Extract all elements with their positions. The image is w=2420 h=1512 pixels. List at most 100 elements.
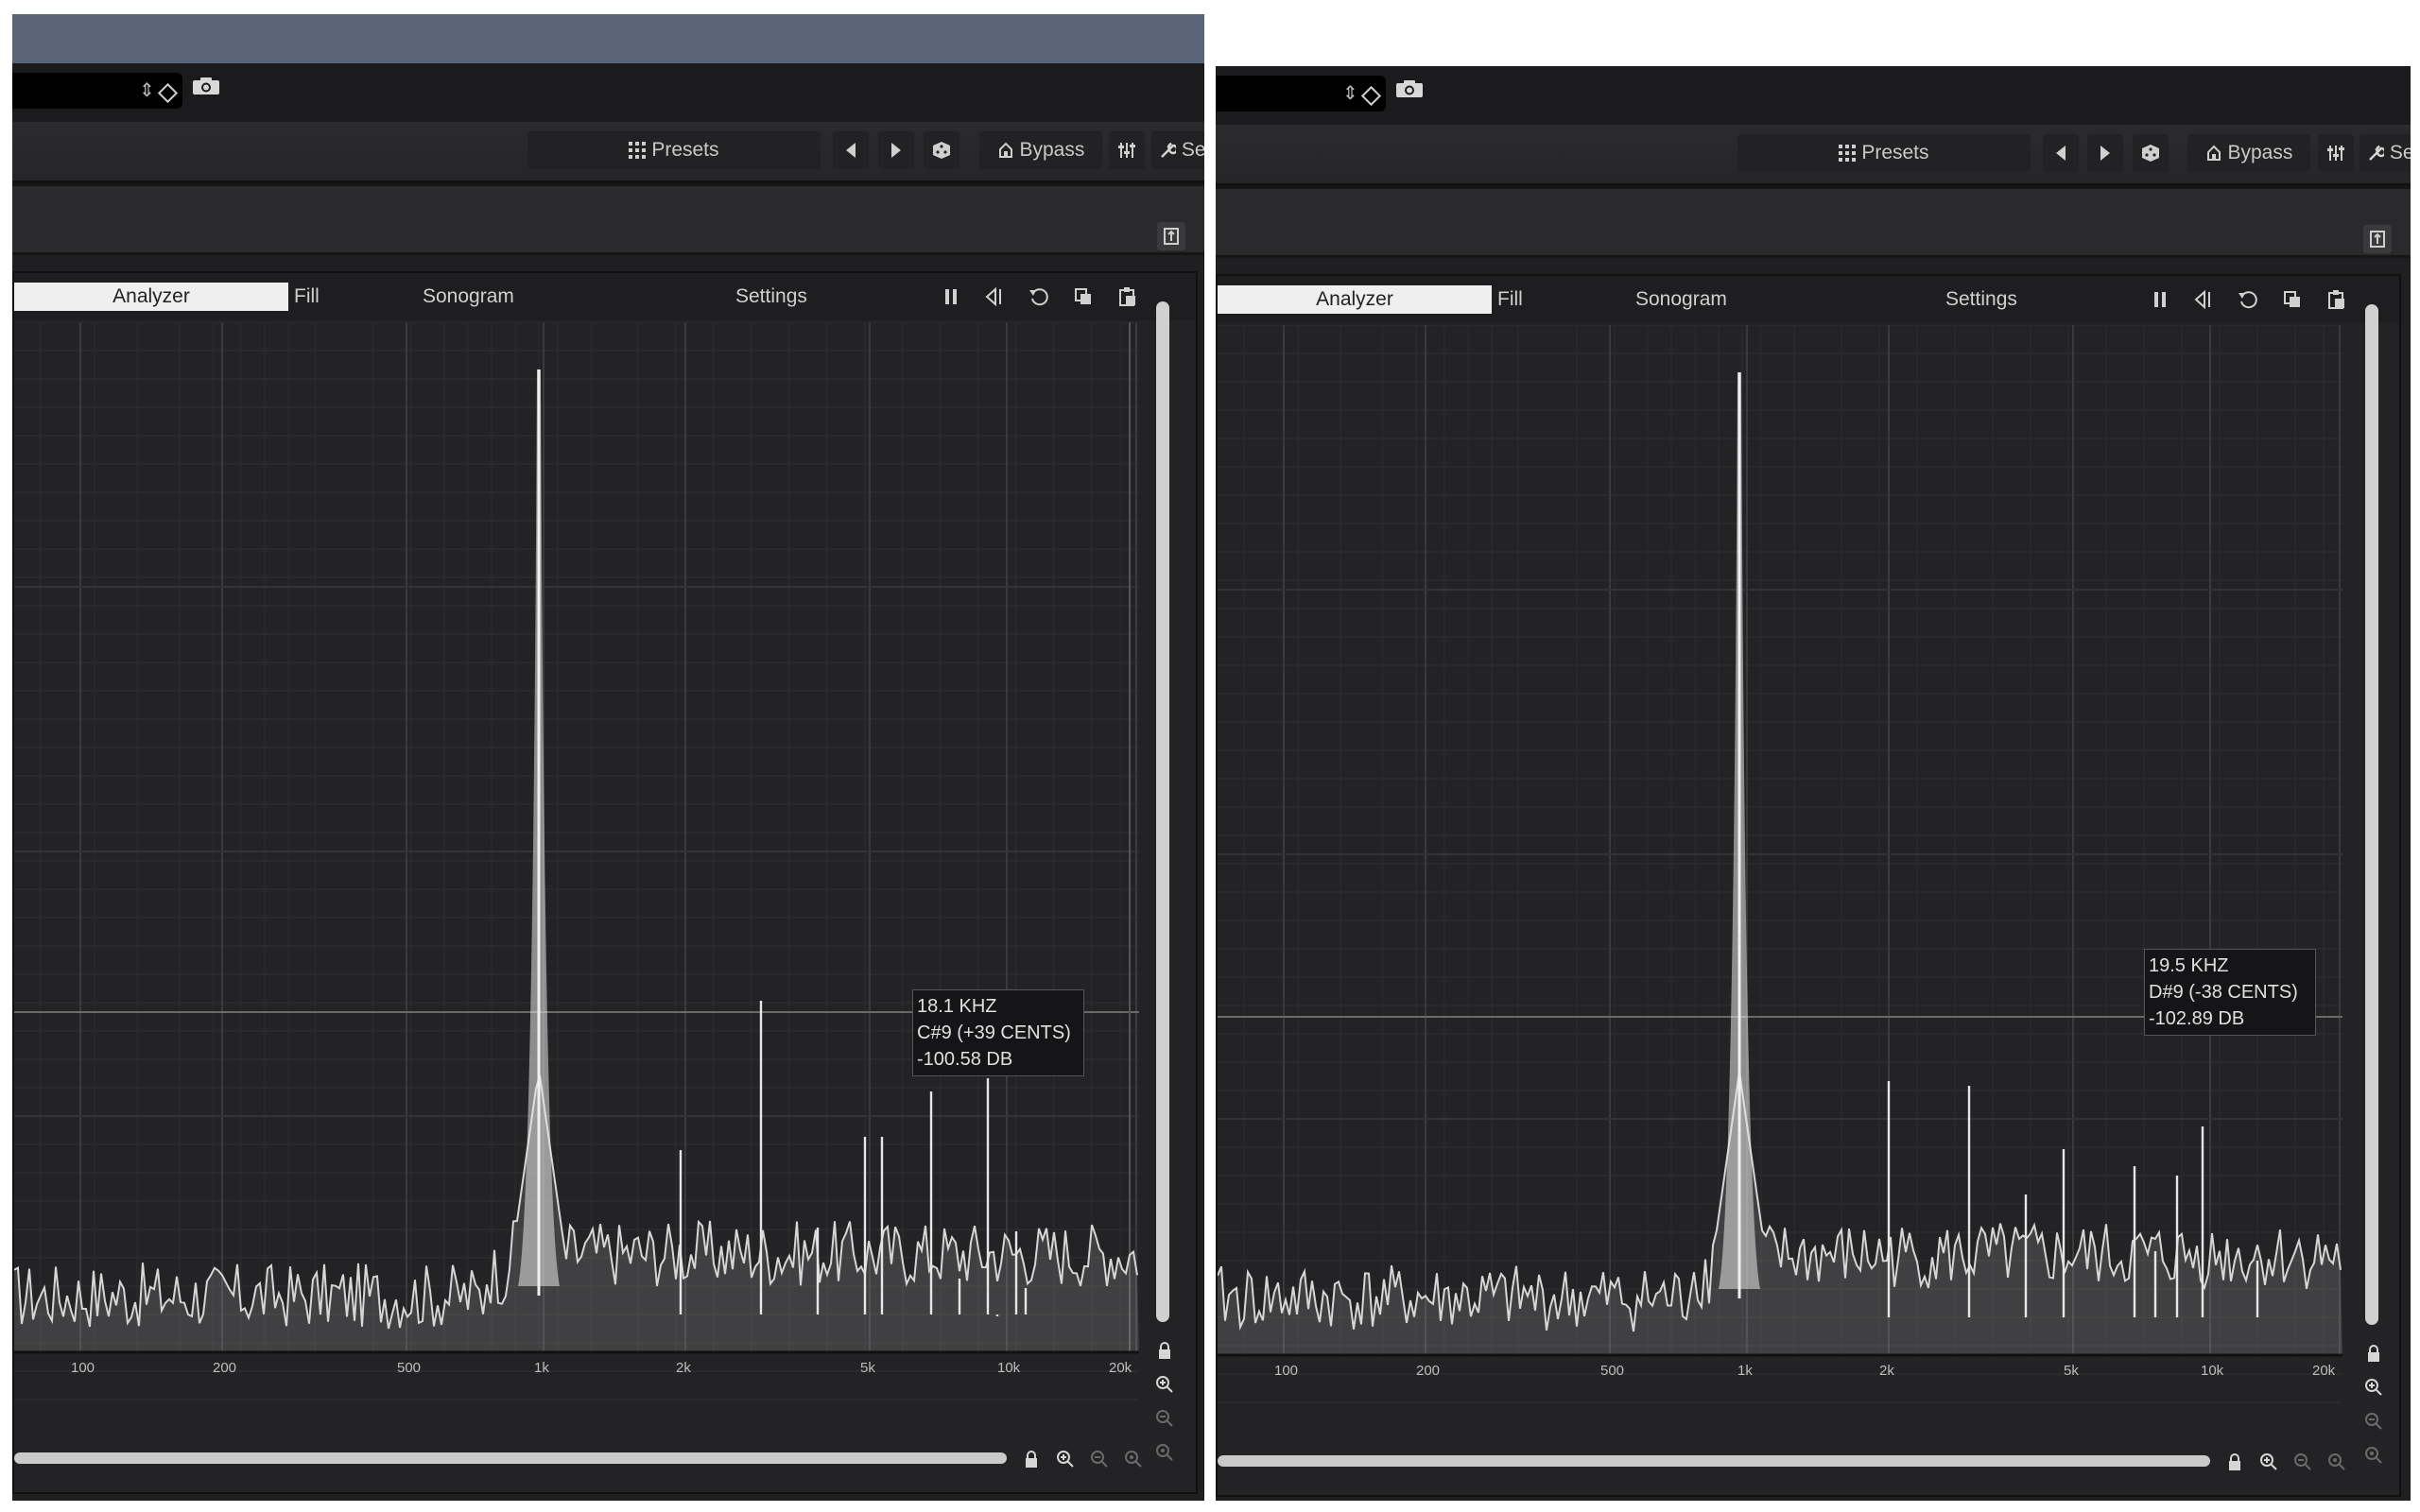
sliders-icon [2327, 146, 2344, 162]
bypass-label: Bypass [2227, 142, 2293, 163]
previous-preset-button[interactable] [2043, 134, 2079, 172]
pause-icon[interactable] [939, 284, 963, 309]
zoom-reset-icon[interactable] [1155, 1443, 1174, 1462]
grid-icon [1839, 145, 1857, 163]
presets-label: Presets [1861, 142, 1929, 163]
freeze-icon[interactable] [982, 284, 1007, 309]
x-axis-label: 10k [997, 1360, 1021, 1376]
module-header [12, 183, 1204, 255]
plugin-window-right: ⇕ Presets Bypass Se Analyzer Fill Sonogr… [1216, 66, 2411, 1501]
expand-icon [2370, 231, 2385, 248]
lock-icon[interactable] [1155, 1341, 1174, 1360]
x-axis-label: 100 [1274, 1363, 1299, 1379]
preset-toolbar: Presets Bypass Se [1216, 125, 2411, 186]
zoom-in-icon[interactable] [2364, 1378, 2383, 1397]
next-preset-button[interactable] [878, 131, 914, 169]
h-lock-icon[interactable] [1022, 1450, 1041, 1469]
tab-analyzer[interactable]: Analyzer [14, 283, 288, 311]
tab-settings[interactable]: Settings [1945, 285, 2017, 314]
window-titlebar[interactable] [12, 14, 1204, 63]
zoom-out-icon[interactable] [2364, 1412, 2383, 1431]
expand-icon [1164, 228, 1179, 245]
random-preset-button[interactable] [2133, 134, 2169, 172]
h-zoom-in-icon[interactable] [2259, 1452, 2278, 1471]
midi-learn-button[interactable] [2318, 134, 2354, 172]
tab-sonogram[interactable]: Sonogram [1635, 285, 1727, 314]
random-preset-button[interactable] [924, 131, 959, 169]
reset-icon[interactable] [2236, 287, 2260, 312]
paste-icon[interactable] [2325, 287, 2349, 312]
x-axis-label: 20k [2312, 1363, 2336, 1379]
freeze-icon[interactable] [2191, 287, 2216, 312]
spectrum-plot[interactable] [14, 322, 1139, 1415]
dice-icon [933, 142, 950, 160]
h-zoom-out-icon[interactable] [1090, 1450, 1109, 1469]
bypass-button[interactable]: Bypass [2187, 134, 2310, 172]
triangle-right-icon [2100, 146, 2110, 162]
plugin-window-left: ⇕ Presets Bypass Se Analyzer Fill Sonogr… [12, 14, 1204, 1501]
preset-field[interactable]: ⇕ [1216, 76, 1386, 112]
top-toolbar: ⇕ [12, 63, 1204, 124]
settings-button[interactable]: Set [1151, 131, 1204, 169]
frequency-readout: 18.1 KHZ C#9 (+39 CENTS) -100.58 DB [912, 989, 1084, 1076]
h-zoom-in-icon[interactable] [1056, 1450, 1075, 1469]
diamond-icon[interactable] [1360, 85, 1382, 107]
bypass-label: Bypass [1019, 139, 1085, 161]
presets-label: Presets [651, 139, 719, 161]
tab-analyzer[interactable]: Analyzer [1218, 285, 1492, 314]
x-axis-label: 200 [213, 1360, 237, 1376]
h-zoom-out-icon[interactable] [2293, 1452, 2312, 1471]
horizontal-scrollbar[interactable] [1218, 1455, 2210, 1467]
h-lock-icon[interactable] [2225, 1452, 2244, 1471]
vertical-scrollbar[interactable] [2365, 304, 2378, 1325]
paste-icon[interactable] [1115, 284, 1140, 309]
module-header [1216, 186, 2411, 258]
x-axis-label: 500 [397, 1360, 422, 1376]
settings-button[interactable]: Se [2360, 134, 2411, 172]
next-preset-button[interactable] [2087, 134, 2123, 172]
x-axis-label: 5k [2064, 1363, 2079, 1379]
lock-icon[interactable] [2364, 1344, 2383, 1363]
expand-button[interactable] [2363, 225, 2392, 253]
presets-button[interactable]: Presets [1737, 134, 2031, 172]
h-zoom-reset-icon[interactable] [2327, 1452, 2346, 1471]
spectrum-plot[interactable] [1218, 325, 2342, 1418]
zoom-reset-icon[interactable] [2364, 1446, 2383, 1465]
copy-icon[interactable] [1071, 284, 1096, 309]
x-axis-label: 2k [1879, 1363, 1894, 1379]
reset-icon[interactable] [1027, 284, 1051, 309]
x-axis-label: 2k [676, 1360, 691, 1376]
h-zoom-reset-icon[interactable] [1124, 1450, 1143, 1469]
x-axis-label: 20k [1109, 1360, 1132, 1376]
triangle-left-icon [846, 143, 856, 159]
dice-icon [2142, 145, 2159, 163]
x-axis-label: 1k [1737, 1363, 1753, 1379]
vertical-scrollbar[interactable] [1156, 301, 1169, 1322]
diamond-icon[interactable] [157, 82, 179, 104]
top-toolbar: ⇕ [1216, 66, 2411, 127]
copy-icon[interactable] [2280, 287, 2305, 312]
grid-icon [629, 142, 647, 160]
analyzer-panel: Analyzer Fill Sonogram Settings 19.5 KHZ… [1216, 274, 2401, 1497]
readout-note: C#9 (+39 CENTS) [917, 1022, 1071, 1043]
spin-arrows-icon[interactable]: ⇕ [1342, 84, 1358, 103]
previous-preset-button[interactable] [833, 131, 869, 169]
tab-fill[interactable]: Fill [1497, 285, 1523, 314]
midi-learn-button[interactable] [1109, 131, 1145, 169]
zoom-out-icon[interactable] [1155, 1409, 1174, 1428]
tab-fill[interactable]: Fill [294, 283, 320, 311]
camera-icon[interactable] [1395, 79, 1424, 98]
expand-button[interactable] [1157, 222, 1185, 250]
presets-button[interactable]: Presets [527, 131, 821, 169]
tab-settings[interactable]: Settings [735, 283, 807, 311]
camera-icon[interactable] [192, 77, 220, 95]
spin-arrows-icon[interactable]: ⇕ [139, 81, 155, 100]
zoom-in-icon[interactable] [1155, 1375, 1174, 1394]
x-axis-label: 10k [2201, 1363, 2224, 1379]
preset-field[interactable]: ⇕ [12, 73, 182, 109]
tab-sonogram[interactable]: Sonogram [423, 283, 514, 311]
horizontal-scrollbar[interactable] [14, 1452, 1007, 1464]
bypass-button[interactable]: Bypass [979, 131, 1102, 169]
pause-icon[interactable] [2148, 287, 2172, 312]
analyzer-panel: Analyzer Fill Sonogram Settings 18.1 KHZ… [12, 271, 1198, 1494]
